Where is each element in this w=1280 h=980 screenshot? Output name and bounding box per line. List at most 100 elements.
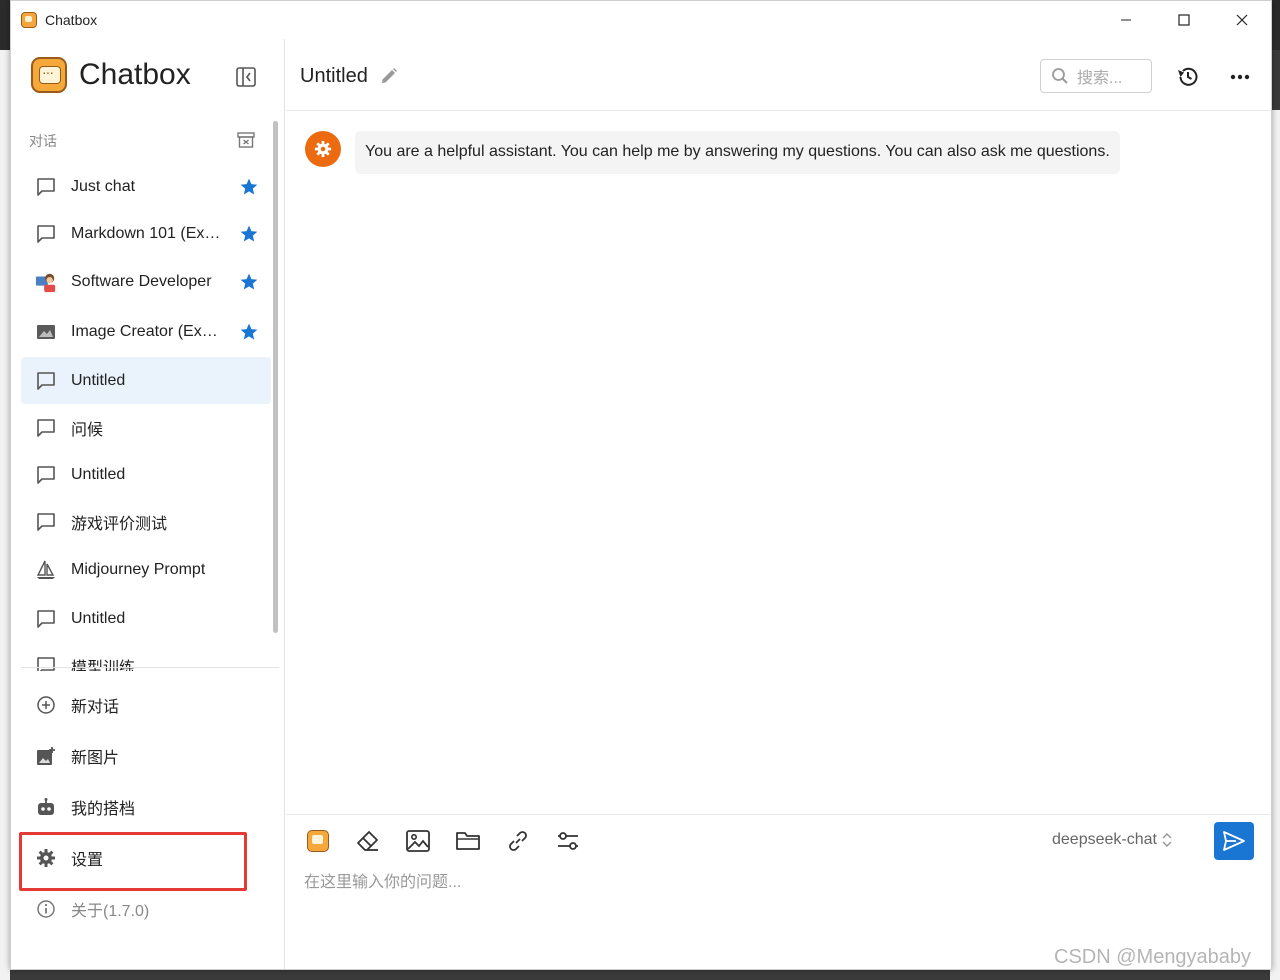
brand-name: Chatbox	[79, 58, 191, 91]
sidebar-collapse-icon	[236, 67, 256, 87]
window-controls	[1097, 1, 1271, 39]
robot-icon	[35, 796, 57, 818]
copilot-button[interactable]	[304, 827, 332, 855]
section-label-conversations: 对话	[29, 133, 57, 149]
conversation-item-selected[interactable]: Untitled	[21, 357, 271, 404]
chat-bubble-icon	[35, 511, 57, 533]
conversation-item[interactable]: Software Developer	[21, 257, 271, 307]
conversation-item[interactable]: 问候	[21, 404, 271, 451]
minimize-button[interactable]	[1097, 1, 1155, 39]
star-icon[interactable]	[239, 272, 259, 292]
pencil-icon	[382, 68, 397, 83]
sidebar-scrollbar[interactable]	[273, 121, 278, 633]
settings-highlight-box	[19, 832, 247, 891]
my-copilots-label: 我的搭档	[71, 800, 136, 818]
history-icon	[1178, 67, 1198, 86]
conversation-item[interactable]: Just chat	[21, 163, 271, 210]
conversation-label: 游戏评价测试	[71, 515, 168, 533]
maximize-button[interactable]	[1155, 1, 1213, 39]
conversation-label: Untitled	[71, 465, 126, 483]
model-select[interactable]: deepseek-chat	[1052, 831, 1173, 849]
about-label: 关于(1.7.0)	[71, 902, 150, 920]
send-icon	[1223, 831, 1245, 851]
chat-header: Untitled 搜索...	[286, 39, 1271, 111]
chat-bubble-icon	[35, 176, 57, 198]
add-photo-icon	[35, 745, 57, 767]
eraser-icon	[357, 831, 378, 851]
conversation-label: Image Creator (Example)	[71, 323, 225, 340]
search-placeholder: 搜索...	[1077, 70, 1123, 87]
attach-file-button[interactable]	[454, 827, 482, 855]
message-row-system: You are a helpful assistant. You can hel…	[305, 131, 1120, 174]
conversation-item[interactable]: 游戏评价测试	[21, 498, 271, 545]
attach-image-button[interactable]	[404, 827, 432, 855]
conversation-label: Software Developer	[71, 273, 212, 290]
window-title: Chatbox	[45, 12, 98, 28]
search-icon	[1052, 68, 1068, 84]
sliders-icon	[558, 832, 578, 850]
collapse-sidebar-button[interactable]	[235, 66, 257, 88]
attach-link-button[interactable]	[504, 827, 532, 855]
sidebar-divider	[21, 667, 279, 668]
conversation-list: Just chat Markdown 101 (Example)	[21, 163, 271, 671]
title-bar: Chatbox	[11, 1, 1271, 39]
star-icon[interactable]	[239, 322, 259, 342]
system-avatar	[305, 131, 341, 167]
conversation-label: Markdown 101 (Example)	[71, 224, 225, 242]
desktop-background-left	[0, 50, 10, 980]
minimize-icon	[1121, 19, 1131, 21]
input-toolbar	[304, 827, 604, 855]
new-chat-label: 新对话	[71, 698, 120, 716]
my-copilots-button[interactable]: 我的搭档	[21, 781, 271, 832]
folder-icon	[456, 832, 480, 850]
clear-button[interactable]	[354, 827, 382, 855]
conversation-item[interactable]: Image Creator (Example)	[21, 307, 271, 357]
app-window: Chatbox Chatbox 对话	[10, 0, 1272, 970]
sailboat-icon	[35, 559, 57, 581]
model-name: deepseek-chat	[1052, 831, 1157, 848]
conversation-item[interactable]: Untitled	[21, 595, 271, 642]
message-input[interactable]	[304, 871, 1204, 895]
chat-bubble-icon	[35, 464, 57, 486]
more-options-button[interactable]	[1228, 65, 1252, 94]
chatbox-logo-icon	[31, 57, 67, 93]
image-icon	[406, 830, 430, 852]
conversation-label: Midjourney Prompt	[71, 561, 206, 578]
clear-conversations-button[interactable]	[237, 132, 255, 153]
chevron-updown-icon	[1162, 833, 1172, 847]
sidebar-bottom-menu: 新对话 新图片 我的搭档 设置 关于(1.7.0)	[21, 679, 271, 934]
info-icon	[35, 898, 57, 920]
image-icon	[35, 321, 57, 343]
more-horizontal-icon	[1230, 74, 1250, 80]
conversation-label: 问候	[71, 421, 104, 439]
conversation-item[interactable]: Midjourney Prompt	[21, 545, 271, 595]
chat-bubble-icon	[35, 417, 57, 439]
conversation-item[interactable]: Markdown 101 (Example)	[21, 210, 271, 257]
chatbox-logo-icon	[307, 830, 329, 852]
app-logo-icon	[21, 12, 37, 28]
star-icon[interactable]	[239, 177, 259, 197]
close-window-button[interactable]	[1213, 1, 1271, 39]
chat-bubble-icon	[35, 608, 57, 630]
gear-icon	[314, 140, 332, 158]
chat-bubble-icon	[35, 655, 57, 671]
close-icon	[1236, 14, 1248, 26]
new-image-button[interactable]: 新图片	[21, 730, 271, 781]
chat-title: Untitled	[300, 65, 368, 87]
chat-settings-button[interactable]	[554, 827, 582, 855]
star-icon[interactable]	[239, 224, 259, 244]
search-input[interactable]: 搜索...	[1040, 59, 1152, 93]
conversation-item[interactable]: Untitled	[21, 451, 271, 498]
send-button[interactable]	[1214, 822, 1254, 860]
chat-bubble-icon	[35, 370, 57, 392]
link-icon	[509, 831, 527, 851]
watermark: CSDN @Mengyababy	[1054, 946, 1252, 968]
system-message: You are a helpful assistant. You can hel…	[355, 131, 1120, 174]
conversation-label: Untitled	[71, 371, 126, 389]
edit-title-button[interactable]	[380, 67, 398, 90]
add-circle-icon	[35, 694, 57, 716]
conversation-label: Just chat	[71, 177, 136, 195]
new-chat-button[interactable]: 新对话	[21, 679, 271, 730]
developer-avatar-icon	[35, 271, 57, 293]
history-button[interactable]	[1176, 65, 1200, 94]
